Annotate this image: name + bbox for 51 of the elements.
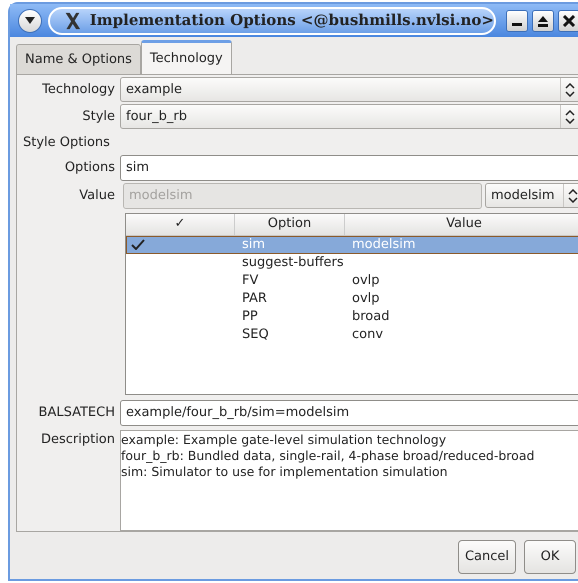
table-cell-text: sim bbox=[241, 236, 266, 254]
table-row[interactable]: suggest-buffers bbox=[126, 254, 578, 272]
balsatech-field[interactable]: example/four_b_rb/sim=modelsim bbox=[120, 400, 578, 426]
field-label: Technology bbox=[41, 80, 116, 99]
table-row[interactable]: SEQ conv bbox=[126, 326, 578, 344]
column-header[interactable]: Option bbox=[234, 214, 344, 234]
description-line: example: Example gate-level simulation technology bbox=[121, 432, 448, 448]
table-cell-text: FV bbox=[241, 272, 260, 290]
table-cell-text: conv bbox=[351, 326, 384, 344]
table-cell-text: suggest-buffers bbox=[241, 254, 344, 272]
table-cell-text: modelsim bbox=[351, 236, 416, 254]
minimize-icon bbox=[512, 23, 522, 26]
window-menu-button[interactable] bbox=[18, 8, 42, 32]
technology-select[interactable]: example bbox=[120, 77, 578, 102]
options-field[interactable]: sim bbox=[120, 154, 578, 180]
maximize-button[interactable] bbox=[532, 10, 554, 32]
section-heading: Style Options bbox=[22, 134, 111, 152]
table-cell-text: ovlp bbox=[351, 272, 380, 290]
window-title: Implementation Options <@bushmills.nvlsi.no> bbox=[90, 10, 494, 32]
updown-icon bbox=[568, 188, 578, 202]
table-cell-text: PP bbox=[241, 308, 259, 326]
description-line: sim: Simulator to use for implementation simulation bbox=[121, 464, 449, 480]
tab[interactable]: Name & Options bbox=[16, 44, 141, 74]
field-label: Options bbox=[64, 158, 116, 177]
table-cell-text: SEQ bbox=[241, 326, 270, 344]
minimize-button[interactable] bbox=[506, 10, 528, 32]
table-cell-text: broad bbox=[351, 308, 390, 326]
column-header[interactable]: ✓ bbox=[126, 214, 234, 234]
down-arrow-icon bbox=[25, 17, 35, 24]
field-label: Description bbox=[40, 431, 116, 449]
updown-icon bbox=[565, 82, 575, 96]
table-row[interactable]: PAR ovlp bbox=[126, 290, 578, 308]
description-box[interactable]: example: Example gate-level simulation technology four_b_rb: Bundled data, single-rail, 4-phase broad/reduced-broad sim: Simulator to use for implementation simulation bbox=[120, 430, 578, 531]
style-select[interactable]: four_b_rb bbox=[120, 104, 578, 129]
description-line: four_b_rb: Bundled data, single-rail, 4-phase broad/reduced-broad bbox=[121, 448, 536, 464]
tab[interactable]: Technology bbox=[140, 40, 232, 74]
field-label: Style bbox=[81, 108, 116, 126]
cancel-button[interactable]: Cancel bbox=[458, 540, 516, 574]
close-button[interactable] bbox=[558, 10, 578, 32]
eject-icon bbox=[537, 14, 549, 26]
field-label: BALSATECH bbox=[38, 404, 116, 422]
table-cell-text: PAR bbox=[241, 290, 268, 308]
check-icon[interactable] bbox=[131, 239, 145, 250]
column-header[interactable]: Value bbox=[344, 214, 578, 234]
ok-button[interactable]: OK bbox=[524, 540, 576, 574]
table-row[interactable]: FV ovlp bbox=[126, 272, 578, 290]
field-label: Value bbox=[78, 186, 116, 205]
updown-icon bbox=[565, 110, 575, 124]
table-row[interactable]: PP broad bbox=[126, 308, 578, 326]
table-cell-text: ovlp bbox=[351, 290, 380, 308]
close-icon bbox=[563, 14, 575, 26]
